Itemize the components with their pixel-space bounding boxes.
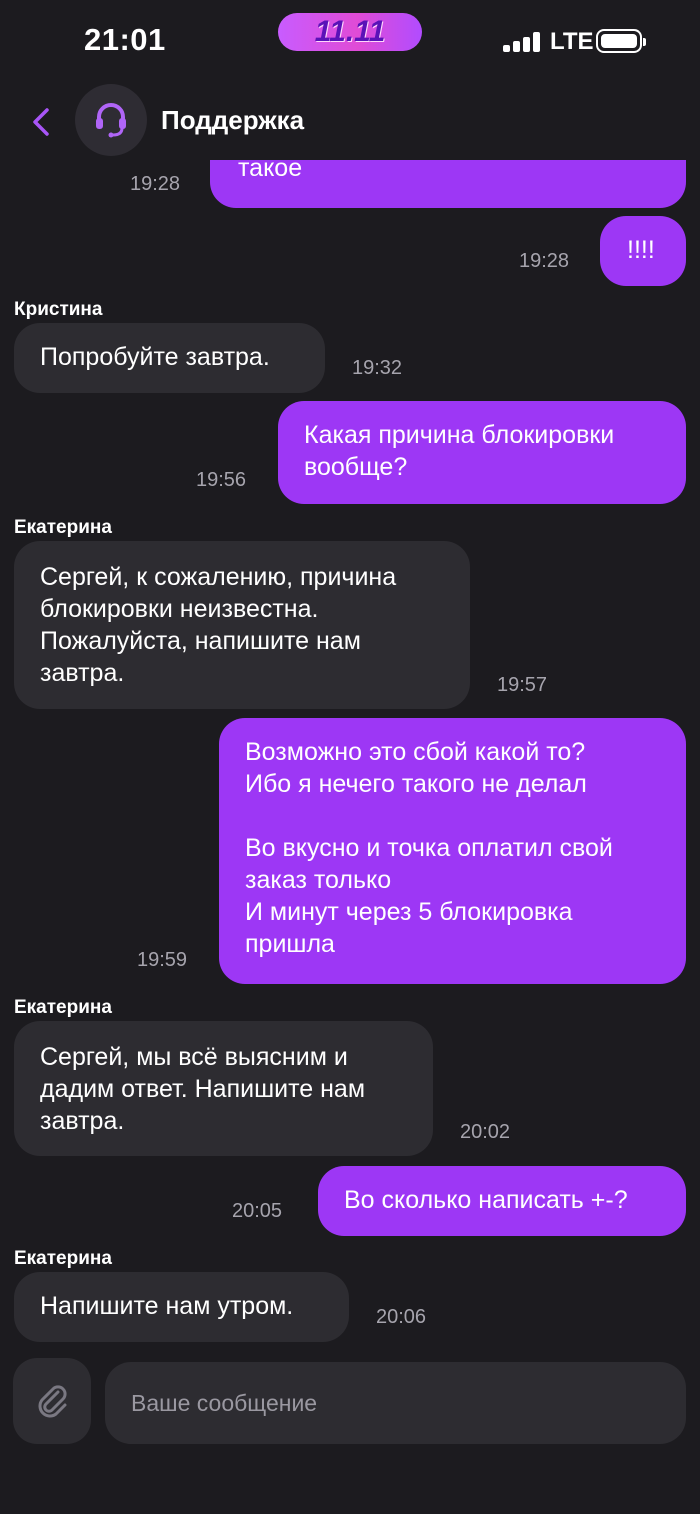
message-bubble-outgoing[interactable]: Какая причина блокировки вообще? [278,401,686,504]
message-time: 20:05 [232,1200,283,1222]
message-time: 19:57 [497,674,548,696]
message-time: 20:02 [460,1121,511,1143]
promo-badge: 11.11 [278,13,422,51]
network-type: LTE [550,28,594,55]
message-bubble-outgoing[interactable]: такое [210,160,686,208]
message-time: 20:06 [376,1306,427,1328]
signal-icon [503,32,543,52]
attach-button[interactable] [13,1358,91,1444]
paperclip-icon [38,1385,67,1418]
message-time: 19:28 [130,173,181,195]
back-button[interactable] [26,102,56,142]
avatar [75,84,147,156]
chat-header: Поддержка [0,84,700,160]
message-list[interactable]: такое 19:28 !!!! 19:28 Кристина Попробуй… [0,160,700,1356]
message-bubble-incoming[interactable]: Сергей, мы всё выясним и дадим ответ. На… [14,1021,433,1156]
status-time: 21:01 [84,22,166,57]
message-bubble-incoming[interactable]: Напишите нам утром. [14,1272,349,1342]
message-bubble-outgoing[interactable]: !!!! [600,216,686,286]
message-time: 19:32 [352,357,403,379]
sender-name: Екатерина [14,997,112,1018]
message-time: 19:28 [519,250,570,272]
sender-name: Екатерина [14,1248,112,1269]
battery-icon [596,29,646,53]
message-bubble-incoming[interactable]: Попробуйте завтра. [14,323,325,393]
message-bubble-outgoing[interactable]: Во сколько написать +-? [318,1166,686,1236]
message-time: 19:56 [196,469,247,491]
message-input[interactable] [105,1362,686,1444]
sender-name: Кристина [14,299,103,320]
sender-name: Екатерина [14,517,112,538]
message-time: 19:59 [137,949,188,971]
message-bubble-outgoing[interactable]: Возможно это сбой какой то? Ибо я нечего… [219,718,686,984]
chat-title: Поддержка [161,105,305,135]
composer [0,1356,700,1514]
headset-icon [96,103,126,138]
status-bar: 21:01 11.11 LTE [0,0,700,84]
message-bubble-incoming[interactable]: Сергей, к сожалению, причина блокировки … [14,541,470,709]
chevron-left-icon [33,108,49,136]
